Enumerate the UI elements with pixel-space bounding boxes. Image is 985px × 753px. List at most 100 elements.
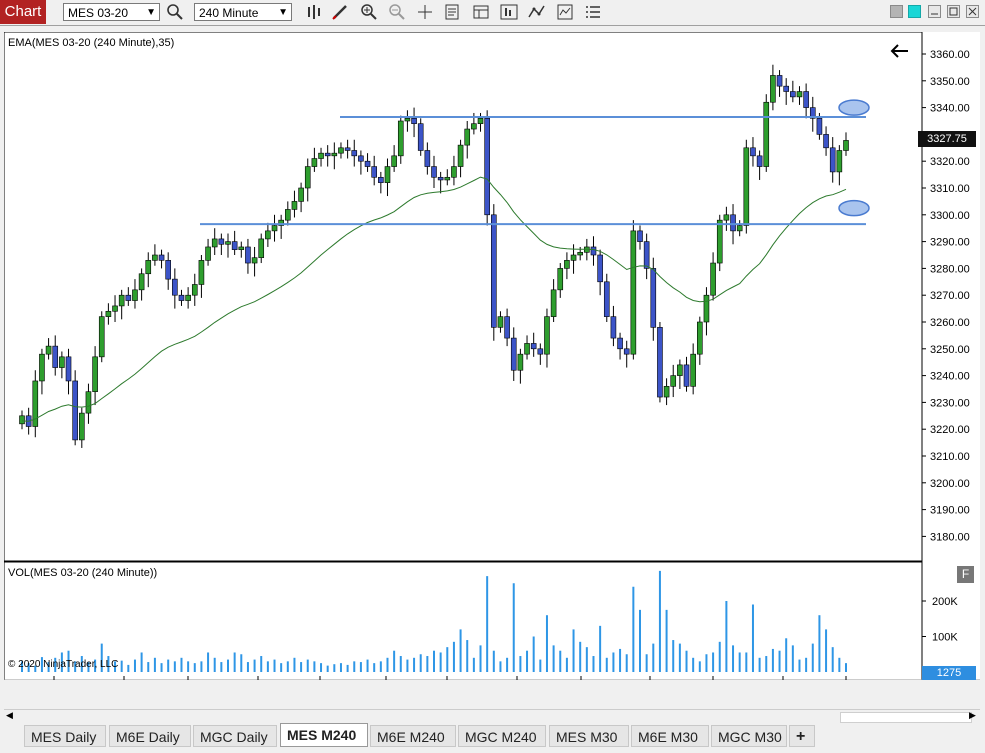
crosshair-icon[interactable] — [415, 3, 435, 21]
price-tick-label: 3250.00 — [930, 344, 970, 356]
candle — [105, 310, 112, 317]
last-volume-marker: 1275 — [922, 666, 976, 680]
candle — [138, 273, 145, 291]
candle — [59, 356, 65, 368]
add-tab-button[interactable]: + — [789, 725, 815, 747]
tab-m6e-daily[interactable]: M6E Daily — [109, 725, 191, 747]
price-tick-label: 3190.00 — [930, 505, 970, 517]
chart-canvas[interactable]: 3360.003350.003340.003330.003320.003310.… — [4, 32, 980, 680]
candle — [524, 343, 530, 355]
scroll-right-icon[interactable]: ▶ — [969, 710, 976, 721]
menu-icon[interactable] — [583, 3, 603, 21]
chevron-down-icon: ▼ — [278, 7, 288, 18]
candle — [823, 134, 829, 149]
candle — [650, 268, 657, 328]
candle — [723, 214, 730, 221]
chart-title: Chart — [0, 0, 46, 24]
candle — [178, 294, 185, 301]
candle — [570, 254, 577, 261]
price-tick-label: 3210.00 — [930, 451, 970, 463]
candle — [491, 214, 497, 328]
properties-icon[interactable] — [471, 3, 491, 21]
interval-selector[interactable]: 240 Minute ▼ — [194, 3, 292, 21]
tab-mgc-m30[interactable]: MGC M30 — [711, 725, 787, 747]
candle — [657, 327, 663, 398]
candle — [716, 219, 723, 264]
candle — [750, 147, 756, 157]
scroll-left-icon[interactable]: ◀ — [6, 710, 13, 721]
candle — [564, 260, 570, 269]
candle — [291, 201, 298, 210]
candle — [816, 118, 823, 135]
candle — [298, 187, 304, 202]
candle — [557, 268, 564, 291]
candle — [39, 353, 45, 382]
candle — [743, 147, 750, 226]
templates-icon[interactable] — [555, 3, 575, 21]
candle — [231, 241, 238, 250]
indicators-icon[interactable] — [499, 3, 519, 21]
candle — [218, 238, 225, 245]
candle — [504, 316, 510, 339]
candle — [783, 85, 789, 92]
candle — [371, 166, 377, 178]
data-box-icon[interactable] — [443, 3, 463, 21]
bar-type-icon[interactable] — [304, 3, 324, 21]
price-tick-label: 3290.00 — [930, 237, 970, 249]
candle — [132, 289, 138, 301]
candle — [285, 209, 291, 221]
maximize-icon[interactable] — [947, 5, 960, 18]
tab-mes-m240[interactable]: MES M240 — [280, 723, 368, 747]
link-gray-icon[interactable] — [890, 5, 903, 18]
tab-mgc-m240[interactable]: MGC M240 — [458, 725, 546, 747]
candle — [730, 214, 736, 232]
scroll-thumb[interactable] — [840, 712, 972, 723]
candle — [477, 118, 484, 124]
candle — [318, 152, 324, 159]
tab-mes-daily[interactable]: MES Daily — [24, 725, 106, 747]
candle — [843, 140, 849, 151]
candle — [497, 316, 504, 328]
candle — [457, 144, 464, 167]
candle — [391, 155, 397, 167]
volume-tick-label: 100K — [932, 632, 958, 644]
candle — [444, 176, 451, 181]
link-cyan-icon[interactable] — [908, 5, 921, 18]
candle — [271, 225, 278, 232]
candle — [796, 91, 803, 98]
zoom-out-icon[interactable] — [387, 3, 407, 21]
search-icon[interactable] — [165, 3, 185, 21]
candle — [537, 348, 544, 355]
candle — [125, 294, 132, 301]
candle — [550, 289, 557, 317]
candle — [72, 380, 78, 441]
arrow-left-icon[interactable] — [888, 41, 912, 64]
candle — [351, 150, 358, 157]
candle — [603, 281, 610, 317]
close-icon[interactable] — [966, 5, 979, 18]
tab-m6e-m30[interactable]: M6E M30 — [631, 725, 709, 747]
candle — [311, 158, 318, 167]
candle — [225, 241, 231, 245]
candle — [577, 252, 583, 256]
instrument-value: MES 03-20 — [68, 6, 129, 20]
candle — [344, 147, 351, 151]
horizontal-scrollbar[interactable]: ◀ ▶ — [4, 709, 980, 724]
candle — [836, 150, 843, 173]
tab-mgc-daily[interactable]: MGC Daily — [193, 725, 277, 747]
candle — [79, 412, 85, 441]
candle — [763, 101, 770, 167]
draw-icon[interactable] — [331, 3, 351, 21]
f-button[interactable]: F — [957, 566, 974, 583]
candle — [617, 337, 623, 350]
strategies-icon[interactable] — [527, 3, 547, 21]
candle — [510, 337, 517, 371]
chevron-down-icon: ▼ — [146, 7, 156, 18]
minimize-icon[interactable] — [928, 5, 941, 18]
zoom-in-icon[interactable] — [359, 3, 379, 21]
tab-mes-m30[interactable]: MES M30 — [549, 725, 629, 747]
instrument-selector[interactable]: MES 03-20 ▼ — [63, 3, 160, 21]
tab-m6e-m240[interactable]: M6E M240 — [370, 725, 456, 747]
candle — [404, 118, 411, 122]
price-tick-label: 3180.00 — [930, 531, 970, 543]
